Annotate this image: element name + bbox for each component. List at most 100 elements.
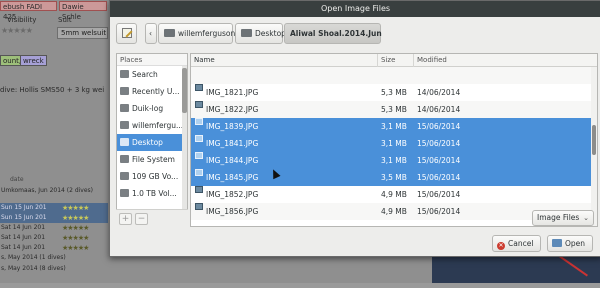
file-row[interactable]: IMG_1845.JPG 3,5 MB 15/06/2014 [191,169,597,186]
open-label: Open [565,239,586,248]
place-label: Duik-log [132,104,164,113]
file-modified: 15/06/2014 [417,139,461,148]
crumb-label: Desktop [255,29,286,38]
file-size: 4,9 MB [381,207,407,216]
gear-text: dive: Hollis SMS50 + 3 kg wei [0,86,105,94]
file-row[interactable]: IMG_1844.JPG 3,1 MB 15/06/2014 [191,152,597,169]
dive-row-text: s, May 2014 (1 dives) [1,254,66,261]
file-list-header: Name Size Modified [191,54,597,67]
place-label: File System [132,155,175,164]
dive-row: Sat 14 Jun 201 ★★★★★ [0,243,108,253]
file-modified: 15/06/2014 [417,173,461,182]
visibility-label: Visibility [7,16,37,24]
visibility-stars: ★★★★★ [1,26,33,35]
image-file-icon [195,135,203,142]
dive-row-text: Umkomaas, Jun 2014 (2 dives) [1,187,94,194]
place-label: Recently U... [132,87,180,96]
image-file-icon [195,169,203,176]
file-row[interactable]: IMG_1852.JPG 4,9 MB 15/06/2014 [191,186,597,203]
file-size: 5,3 MB [381,105,407,114]
place-item[interactable]: recent-iconRecently U... [117,83,187,100]
dive-row-text: Sat 14 Jun 201 [1,234,46,241]
file-name: IMG_1845.JPG [206,173,259,182]
cancel-label: Cancel [508,239,534,248]
dive-row: Sun 15 Jun 201 ★★★★★ [0,203,108,213]
chevron-down-icon: ⌄ [583,214,589,222]
dive-row: s, May 2014 (1 dives) [0,253,108,263]
place-item[interactable]: drive-iconFile System [117,151,187,168]
places-scrollbar[interactable] [182,66,187,226]
file-size: 5,3 MB [381,88,407,97]
add-bookmark-button[interactable]: + [119,213,132,225]
file-size: 3,1 MB [381,156,407,165]
image-file-icon [195,203,203,210]
open-button[interactable]: Open [547,235,593,252]
place-item[interactable]: search-iconSearch [117,66,187,83]
file-row[interactable]: IMG_1839.JPG 3,1 MB 15/06/2014 [191,118,597,135]
file-type-filter[interactable]: Image Files ⌄ [532,210,594,226]
dive-row-text: Sat 14 Jun 201 [1,224,46,231]
file-row[interactable]: IMG_1841.JPG 3,1 MB 15/06/2014 [191,135,597,152]
dive-row: Umkomaas, Jun 2014 (2 dives) [0,186,108,196]
place-item[interactable]: home-iconwillemfergu... [117,117,187,134]
place-label: willemfergu... [132,121,184,130]
chevron-left-icon: ‹ [149,29,152,38]
image-file-icon [195,186,203,193]
file-name: IMG_1822.JPG [206,105,259,114]
crumb-desktop[interactable]: Desktop [235,23,286,44]
file-list: Name Size Modified IMG_1821.JPG 5,3 MB 14/… [190,53,598,227]
place-item[interactable]: drive-icon1.0 TB Vol... [117,185,187,202]
dive-rating: ★★★★★ [62,214,89,222]
file-row[interactable]: IMG_1822.JPG 5,3 MB 14/06/2014 [191,101,597,118]
file-modified: 14/06/2014 [417,88,461,97]
crumb-current[interactable]: Aliwal Shoal.2014.Jun [284,23,382,44]
drive-icon: drive-icon [120,172,129,180]
file-row[interactable] [191,67,597,84]
file-modified: 14/06/2014 [417,105,461,114]
places-header: Places [117,54,187,66]
pencil-icon [122,28,132,38]
file-name: IMG_1841.JPG [206,139,259,148]
file-modified: 15/06/2014 [417,156,461,165]
image-file-icon [195,152,203,159]
home-icon [164,29,175,37]
file-row[interactable]: IMG_1821.JPG 5,3 MB 14/06/2014 [191,84,597,101]
column-size[interactable]: Size [378,54,414,67]
place-label: Desktop [132,138,163,147]
drive-icon: drive-icon [120,155,129,163]
column-modified[interactable]: Modified [414,54,597,67]
map-panel [432,251,600,288]
file-scrollbar[interactable] [591,67,597,226]
path-back-button[interactable]: ‹ [145,23,157,44]
file-size: 3,5 MB [381,173,407,182]
dive-row-text: Sun 15 Jun 201 [1,214,47,221]
remove-bookmark-button[interactable]: − [135,213,148,225]
home-icon: home-icon [120,121,129,129]
suit-label: Suit [58,16,72,24]
path-bar: ‹ willemferguson Desktop Aliwal Shoal.20… [116,23,596,44]
dive-row: Sat 14 Jun 201 ★★★★★ [0,233,108,243]
filter-value: Image Files [537,213,580,222]
dive-rating: ★★★★★ [62,204,89,212]
dive-rating: ★★★★★ [62,244,89,252]
places-toolbar: + − [116,209,188,227]
drive-icon: drive-icon [120,189,129,197]
location-toggle-button[interactable] [116,23,137,44]
cancel-button[interactable]: ✕ Cancel [492,235,541,252]
place-item[interactable]: desktop-iconDesktop [117,134,187,151]
open-image-dialog: Open Image Files ‹ willemferguson Deskto… [109,0,600,257]
column-name[interactable]: Name [191,54,378,67]
place-item[interactable]: folder-iconDuik-log [117,100,187,117]
place-item[interactable]: drive-icon109 GB Vo... [117,168,187,185]
crumb-label: willemferguson [178,29,236,38]
dialog-title: Open Image Files [110,1,600,17]
dive-row-text: s, May 2014 (8 dives) [1,265,66,272]
file-size: 4,9 MB [381,190,407,199]
image-file-icon [195,84,203,91]
dive-row: Sat 14 Jun 201 ★★★★★ [0,223,108,233]
place-label: 1.0 TB Vol... [132,189,177,198]
file-size: 3,1 MB [381,139,407,148]
crumb-label: Aliwal Shoal.2014.Jun [290,29,382,38]
place-label: 109 GB Vo... [132,172,179,181]
crumb-home[interactable]: willemferguson [158,23,236,44]
